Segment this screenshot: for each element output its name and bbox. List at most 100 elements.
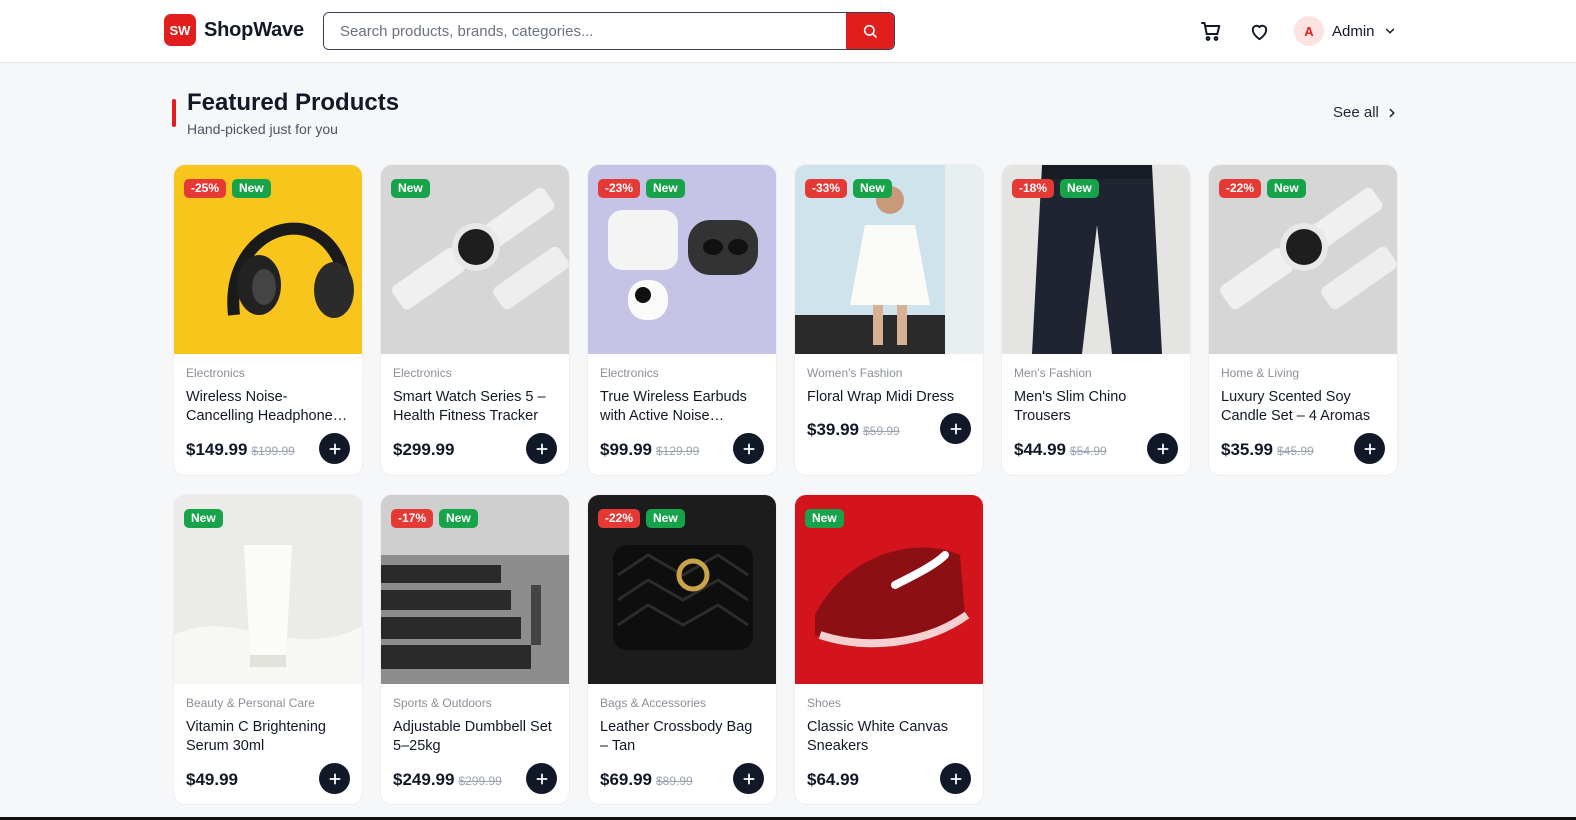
top-header: SW ShopWave A Admin [0,0,1576,63]
product-name[interactable]: Classic White Canvas Sneakers [807,718,971,756]
discount-badge: -23% [598,179,641,198]
plus-icon [535,442,548,455]
product-category: Shoes [807,696,842,710]
new-badge: New [184,509,223,528]
product-card[interactable]: -25% New Electronics Wireless Noise-Canc… [173,164,363,476]
product-name[interactable]: Wireless Noise-Cancelling Headphone… [186,388,350,426]
badge-group: -25% New [184,179,271,198]
new-badge: New [439,509,478,528]
product-name[interactable]: Luxury Scented Soy Candle Set – 4 Aromas [1221,388,1385,426]
add-to-cart-button[interactable] [1354,433,1385,464]
product-card[interactable]: -23% New Electronics True Wireless Earbu… [587,164,777,476]
brand-logo[interactable]: SW ShopWave [164,14,304,46]
original-price: $129.99 [656,444,700,458]
product-image[interactable]: -18% New [1002,165,1190,354]
product-price: $35.99 [1221,440,1273,459]
product-category: Men's Fashion [1014,366,1092,380]
product-info: Bags & Accessories Leather Crossbody Bag… [588,684,776,804]
chevron-down-icon [1385,28,1394,34]
search-input[interactable] [324,13,846,49]
product-image[interactable]: -25% New [174,165,362,354]
add-to-cart-button[interactable] [733,433,764,464]
product-name[interactable]: Vitamin C Brightening Serum 30ml [186,718,350,756]
product-name[interactable]: Adjustable Dumbbell Set 5–25kg [393,718,557,756]
product-info: Women's Fashion Floral Wrap Midi Dress $… [795,354,983,475]
badge-group: -22% New [1219,179,1306,198]
product-name[interactable]: Leather Crossbody Bag – Tan [600,718,764,756]
discount-badge: -25% [184,179,227,198]
new-badge: New [805,509,844,528]
price-row: $35.99 $45.99 [1221,440,1314,460]
product-card[interactable]: -22% New Bags & Accessories Leather Cros… [587,494,777,805]
add-to-cart-button[interactable] [319,433,350,464]
product-image[interactable]: -33% New [795,165,983,354]
product-info: Electronics True Wireless Earbuds with A… [588,354,776,475]
product-category: Women's Fashion [807,366,903,380]
price-row: $64.99 [807,770,859,790]
price-row: $249.99 $299.99 [393,770,502,790]
plus-icon [742,772,755,785]
heart-icon [1251,24,1267,40]
search-button[interactable] [846,13,894,49]
price-row: $299.99 [393,440,454,460]
product-category: Electronics [393,366,452,380]
cart-button[interactable] [1198,18,1224,44]
add-to-cart-button[interactable] [526,763,557,794]
price-row: $69.99 $89.99 [600,770,693,790]
user-name: Admin [1332,22,1375,40]
discount-badge: -22% [598,509,641,528]
product-image[interactable]: New [795,495,983,684]
product-card[interactable]: -22% New Home & Living Luxury Scented So… [1208,164,1398,476]
product-card[interactable]: New Shoes Classic White Canvas Sneakers … [794,494,984,805]
original-price: $299.99 [458,774,502,788]
brand-name: ShopWave [204,18,304,41]
product-price: $299.99 [393,440,455,459]
product-category: Beauty & Personal Care [186,696,315,710]
price-row: $49.99 [186,770,238,790]
price-row: $149.99 $199.99 [186,440,295,460]
plus-icon [535,772,548,785]
product-image[interactable]: -17% New [381,495,569,684]
badge-group: -18% New [1012,179,1099,198]
product-card[interactable]: -33% New Women's Fashion Floral Wrap Mid… [794,164,984,476]
original-price: $59.99 [863,424,900,438]
original-price: $45.99 [1277,444,1314,458]
chevron-right-icon [1389,108,1395,117]
product-category: Electronics [600,366,659,380]
product-name[interactable]: Smart Watch Series 5 – Health Fitness Tr… [393,388,557,426]
new-badge: New [853,179,892,198]
product-image[interactable]: -22% New [588,495,776,684]
plus-icon [328,442,341,455]
plus-icon [1363,442,1376,455]
add-to-cart-button[interactable] [526,433,557,464]
add-to-cart-button[interactable] [940,413,971,444]
product-price: $49.99 [186,770,238,789]
product-info: Men's Fashion Men's Slim Chino Trousers … [1002,354,1190,475]
badge-group: New [391,179,430,198]
add-to-cart-button[interactable] [319,763,350,794]
product-info: Home & Living Luxury Scented Soy Candle … [1209,354,1397,475]
new-badge: New [646,179,685,198]
add-to-cart-button[interactable] [940,763,971,794]
user-menu[interactable]: A Admin [1294,16,1397,46]
product-card[interactable]: New Electronics Smart Watch Series 5 – H… [380,164,570,476]
price-row: $44.99 $54.99 [1014,440,1107,460]
price-row: $99.99 $129.99 [600,440,699,460]
price-row: $39.99 $59.99 [807,420,900,440]
wishlist-button[interactable] [1246,18,1272,44]
product-name[interactable]: Men's Slim Chino Trousers [1014,388,1178,426]
add-to-cart-button[interactable] [1147,433,1178,464]
add-to-cart-button[interactable] [733,763,764,794]
product-image[interactable]: -23% New [588,165,776,354]
product-image[interactable]: New [381,165,569,354]
discount-badge: -33% [805,179,848,198]
product-name[interactable]: True Wireless Earbuds with Active Noise… [600,388,764,426]
plus-icon [1156,442,1169,455]
product-image[interactable]: New [174,495,362,684]
see-all-link[interactable]: See all [1333,104,1399,121]
product-card[interactable]: -18% New Men's Fashion Men's Slim Chino … [1001,164,1191,476]
product-image[interactable]: -22% New [1209,165,1397,354]
product-category: Bags & Accessories [600,696,707,710]
product-card[interactable]: New Beauty & Personal Care Vitamin C Bri… [173,494,363,805]
product-card[interactable]: -17% New Sports & Outdoors Adjustable Du… [380,494,570,805]
